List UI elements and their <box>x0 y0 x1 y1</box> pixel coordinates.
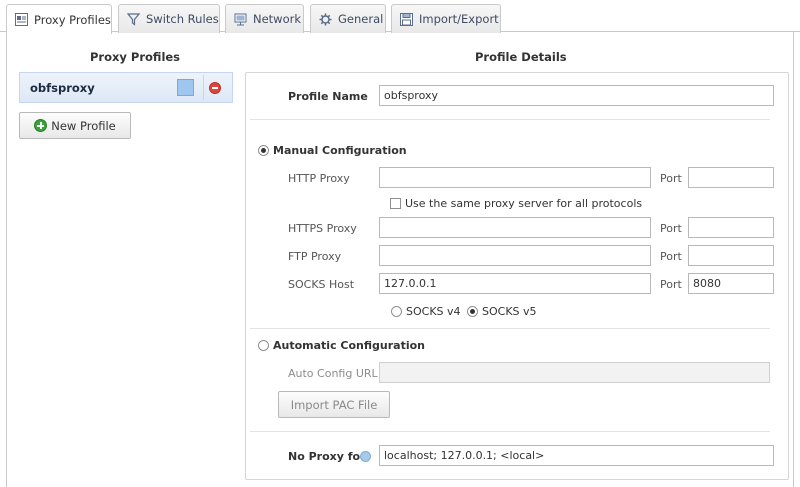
tab-network[interactable]: Network <box>225 4 304 33</box>
socks-port-label: Port <box>660 278 682 291</box>
divider <box>250 431 770 432</box>
import-pac-button[interactable]: Import PAC File <box>278 391 390 418</box>
tab-import-export[interactable]: Import/Export <box>391 4 501 33</box>
tab-proxy-profiles[interactable]: Proxy Profiles <box>6 4 112 34</box>
same-proxy-label: Use the same proxy server for all protoc… <box>405 197 643 210</box>
funnel-icon <box>127 12 140 26</box>
same-proxy-checkbox[interactable] <box>390 198 401 209</box>
auto-config-url-input[interactable] <box>379 362 770 383</box>
tab-label: Proxy Profiles <box>34 12 111 27</box>
profile-color-swatch[interactable] <box>177 79 194 96</box>
add-icon <box>34 119 48 132</box>
tab-bar: Proxy Profiles Switch Rules Network Gene… <box>0 0 800 34</box>
profiles-column-title: Proxy Profiles <box>90 50 181 64</box>
auto-config-url-label: Auto Config URL <box>288 367 378 380</box>
delete-profile-icon[interactable] <box>209 82 221 94</box>
tab-general[interactable]: General <box>310 4 386 33</box>
tab-label: Switch Rules <box>146 12 219 26</box>
auto-config-radio[interactable] <box>258 340 269 351</box>
ftp-port-label: Port <box>660 250 682 263</box>
http-port-label: Port <box>660 172 682 185</box>
floppy-disk-icon <box>400 12 413 26</box>
tab-label: Import/Export <box>419 12 499 26</box>
socks-port-input[interactable] <box>688 273 774 294</box>
socks-v4-radio[interactable] <box>391 306 402 317</box>
http-proxy-input[interactable] <box>379 167 651 188</box>
profile-item-name: obfsproxy <box>30 80 95 95</box>
manual-config-radio[interactable] <box>258 145 269 156</box>
profile-name-input[interactable] <box>379 85 774 106</box>
https-port-input[interactable] <box>688 217 774 238</box>
proxy-profiles-icon <box>15 13 28 26</box>
details-column-title: Profile Details <box>475 50 567 64</box>
new-profile-button[interactable]: New Profile <box>19 112 131 139</box>
import-pac-label: Import PAC File <box>290 397 378 412</box>
divider <box>250 119 770 120</box>
divider <box>250 328 770 329</box>
auto-config-label: Automatic Configuration <box>273 339 426 352</box>
tab-label: General <box>338 12 384 26</box>
tab-label: Network <box>253 12 302 26</box>
tab-switch-rules[interactable]: Switch Rules <box>118 4 220 33</box>
ftp-port-input[interactable] <box>688 245 774 266</box>
http-port-input[interactable] <box>688 167 774 188</box>
gear-icon <box>319 13 332 25</box>
no-proxy-label: No Proxy for <box>288 450 366 463</box>
http-proxy-label: HTTP Proxy <box>288 172 350 185</box>
profile-list-item[interactable]: obfsproxy <box>19 72 233 103</box>
socks-v4-label: SOCKS v4 <box>406 305 461 318</box>
https-proxy-input[interactable] <box>379 217 651 238</box>
manual-config-label: Manual Configuration <box>273 144 407 157</box>
network-icon <box>234 13 247 25</box>
socks-host-label: SOCKS Host <box>288 278 355 291</box>
socks-host-input[interactable] <box>379 273 651 294</box>
help-icon[interactable] <box>360 451 371 462</box>
item-separator <box>203 75 204 100</box>
https-port-label: Port <box>660 222 682 235</box>
ftp-proxy-input[interactable] <box>379 245 651 266</box>
profile-name-label: Profile Name <box>288 90 368 103</box>
no-proxy-input[interactable] <box>379 445 774 466</box>
socks-v5-radio[interactable] <box>467 306 478 317</box>
ftp-proxy-label: FTP Proxy <box>288 250 342 263</box>
https-proxy-label: HTTPS Proxy <box>288 222 357 235</box>
new-profile-label: New Profile <box>51 118 116 133</box>
socks-v5-label: SOCKS v5 <box>482 305 537 318</box>
